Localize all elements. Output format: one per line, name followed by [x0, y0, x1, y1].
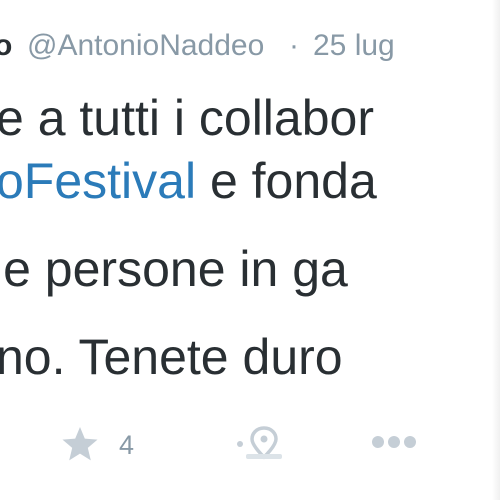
edge-shadow	[492, 0, 500, 500]
header-separator: ·	[289, 29, 299, 62]
ellipsis-icon	[372, 436, 416, 448]
location-button[interactable]	[234, 426, 286, 462]
tweet-line-1: e a tutti i collabor	[0, 86, 374, 150]
tweet-text: e a tutti i collabor oFestival e fonda l…	[0, 86, 500, 396]
tweet-header: o @AntonioNaddeo · 25 lug	[0, 26, 500, 66]
tweet-text-segment: e fonda	[196, 153, 377, 209]
tweet-line-3: le persone in ga	[0, 237, 348, 301]
location-pin-icon	[237, 426, 282, 460]
hashtag-link[interactable]: oFestival	[0, 153, 196, 209]
tweet-timestamp[interactable]: 25 lug	[313, 26, 395, 66]
tweet-actions: 4	[0, 418, 500, 468]
tweet-line-2: oFestival e fonda	[0, 149, 377, 213]
favorite-count: 4	[119, 430, 135, 460]
username[interactable]: @AntonioNaddeo	[27, 26, 264, 66]
tweet-card: o @AntonioNaddeo · 25 lug e a tutti i co…	[0, 0, 500, 500]
star-icon	[62, 427, 98, 461]
display-name[interactable]: o	[0, 26, 12, 66]
tweet-text-segment: e a tutti i collabor	[0, 90, 374, 146]
tweet-text-segment: le persone in ga	[0, 241, 348, 297]
tweet-line-4: no. Tenete duro	[0, 325, 343, 389]
tweet-text-segment: no. Tenete duro	[0, 329, 343, 385]
favorite-button[interactable]	[60, 424, 100, 464]
more-button[interactable]	[370, 432, 418, 452]
